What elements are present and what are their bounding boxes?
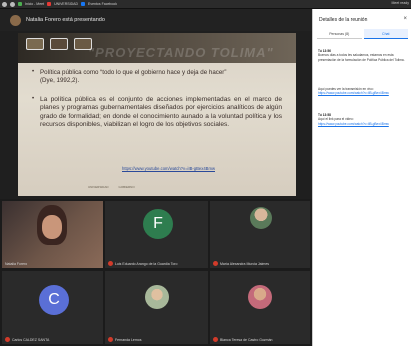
chat-message-1: Tú 13:56 Buenos días a todos les saludam…	[318, 49, 407, 62]
participant-tile-6[interactable]: Blanca Teresa de Castro Guzmán	[210, 271, 310, 344]
slide-youtube-link[interactable]: https://www.youtube.com/watch?v=iIB-gBex…	[122, 166, 215, 171]
participant-tile-1[interactable]: Natalia Forero	[2, 201, 103, 268]
meet-tab-icon	[18, 2, 22, 6]
tab-people-label: Personas (8)	[329, 31, 350, 36]
bullet-icon: •	[32, 69, 35, 75]
window-control-icon[interactable]	[10, 1, 15, 7]
slide-footer-left: UNIVERSIDAD	[88, 185, 109, 189]
participant-face	[42, 215, 62, 239]
participant-name-text: Natalia Forero	[5, 262, 28, 266]
browser-tab-bar: Inicio - Meet UNIVERSIDAD Eventos Facebo…	[0, 0, 411, 9]
participant-name: Fernanda Lemos	[108, 337, 141, 342]
participant-name-text: Carlos CALDEZ SANTA	[12, 337, 50, 342]
presentation-slide: "PROYECTANDO TOLIMA" • Política pública …	[18, 33, 296, 196]
mic-off-icon	[108, 261, 113, 266]
university-tab-icon	[47, 2, 52, 6]
avatar: C	[39, 285, 69, 315]
meet-window: Inicio - Meet UNIVERSIDAD Eventos Facebo…	[0, 0, 411, 346]
chat-message-2: Aquí puedes ver la transmisión en vivo: …	[318, 87, 407, 96]
panel-title: Detalles de la reunión	[319, 17, 368, 23]
close-icon[interactable]: ×	[403, 16, 407, 22]
avatar	[250, 207, 272, 229]
participant-tile-2[interactable]: F Luis Eduardo Arango de la Guardia Toro	[105, 201, 208, 268]
logo-icon	[50, 38, 68, 50]
chat-text: Buenos días a todos les saludamos, estam…	[318, 53, 405, 62]
slide-bullet-2: • La política pública es el conjunto de …	[32, 96, 282, 130]
panel-tabs: Personas (8) Chat	[317, 29, 408, 39]
tab-chat[interactable]: Chat	[363, 29, 408, 39]
participant-name-text: Luis Eduardo Arango de la Guardia Toro	[115, 261, 178, 266]
participant-grid: Natalia Forero F Luis Eduardo Arango de …	[0, 199, 312, 346]
slide-footer-right: GOBIERNO	[118, 185, 135, 189]
browser-status: Meet ready	[391, 1, 409, 5]
slide-footer: UNIVERSIDAD GOBIERNO	[88, 185, 135, 189]
slide-logos	[26, 38, 92, 50]
mic-off-icon	[213, 261, 218, 266]
presenter-text: Natalia Forero está presentando	[26, 17, 105, 23]
browser-tab-university[interactable]: UNIVERSIDAD	[54, 2, 78, 6]
avatar	[145, 285, 169, 309]
mic-off-icon	[213, 337, 218, 342]
participant-tile-3[interactable]: María Alexandra Murcia Jaimes	[210, 201, 310, 268]
facebook-tab-icon	[80, 2, 85, 6]
participant-name: Blanca Teresa de Castro Guzmán	[213, 337, 272, 342]
avatar	[248, 285, 272, 309]
slide-bullet-2-text: La política pública es el conjunto de ac…	[40, 96, 282, 129]
participant-tile-5[interactable]: Fernanda Lemos	[105, 271, 208, 344]
slide-bullet-1-text: Política pública como “todo lo que el go…	[40, 69, 227, 85]
participant-name-text: Blanca Teresa de Castro Guzmán	[220, 337, 273, 342]
chat-link[interactable]: https://www.youtube.com/watch?v=iIB-gBex…	[318, 122, 407, 126]
bullet-icon: •	[32, 96, 35, 102]
slide-bullet-1: • Política pública como “todo lo que el …	[32, 69, 232, 85]
browser-tab-meet[interactable]: Inicio - Meet	[25, 2, 44, 6]
browser-status-text: Meet ready	[391, 1, 409, 5]
participant-name-text: María Alexandra Murcia Jaimes	[220, 261, 270, 266]
presenter-bar: Natalia Forero está presentando	[0, 9, 312, 31]
slide-watermark: "PROYECTANDO TOLIMA"	[88, 45, 274, 60]
chat-message-3: Tú 13:58 Aquí el link para el video: htt…	[318, 113, 407, 126]
participant-tile-4[interactable]: C Carlos CALDEZ SANTA	[2, 271, 103, 344]
presentation-area: "PROYECTANDO TOLIMA" • Política pública …	[0, 31, 312, 198]
tab-chat-label: Chat	[382, 31, 390, 36]
participant-name: Luis Eduardo Arango de la Guardia Toro	[108, 261, 177, 266]
presenter-avatar	[10, 14, 21, 26]
window-control-icon[interactable]	[2, 1, 7, 7]
chat-link[interactable]: https://www.youtube.com/watch?v=iIB-gBex…	[318, 91, 407, 95]
mic-off-icon	[5, 337, 10, 342]
participant-name: María Alexandra Murcia Jaimes	[213, 261, 269, 266]
browser-tab-facebook[interactable]: Eventos Facebook	[88, 2, 117, 6]
mic-off-icon	[108, 337, 113, 342]
logo-icon	[26, 38, 44, 50]
participant-name-text: Fernanda Lemos	[115, 337, 142, 342]
tab-people[interactable]: Personas (8)	[317, 29, 362, 39]
participant-name: Natalia Forero	[5, 262, 27, 266]
meeting-details-panel: Detalles de la reunión × Personas (8) Ch…	[312, 9, 411, 346]
avatar: F	[143, 209, 173, 239]
participant-name: Carlos CALDEZ SANTA	[5, 337, 49, 342]
